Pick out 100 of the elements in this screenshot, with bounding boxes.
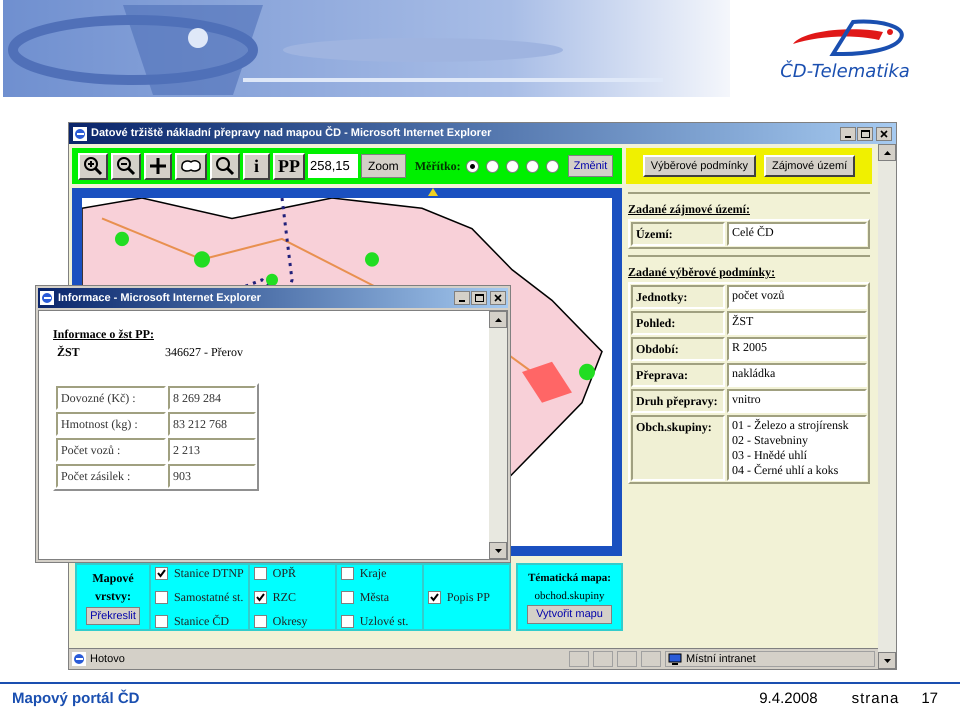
checkbox[interactable] [254,590,267,604]
value-line: nakládka [732,366,776,381]
info-heading: Informace o žst PP: [53,326,155,343]
layers-title: Mapové vrstvy: [91,570,135,605]
maximize-button[interactable] [857,126,873,140]
window-title: Datové tržiště nákladní přepravy nad mapou ČD - Microsoft Internet Explorer [91,125,492,142]
field-label: Přeprava: [631,363,725,387]
browser-icon [73,126,87,140]
side-button[interactable]: Zájmové území [764,155,856,177]
layer-label: Stanice ČD [174,613,229,630]
station-value: 346627 - Přerov [165,344,243,361]
checkbox[interactable] [340,566,354,580]
footer-page-label: strana [852,689,900,709]
field-label: Obch.skupiny: [631,415,725,481]
tool-button[interactable]: PP [273,152,305,180]
browser-icon [72,652,86,666]
scale-radio[interactable] [466,160,479,172]
footer-title: Mapový portál ČD [12,688,141,709]
zoom-in-icon [83,156,103,176]
field-label: Období: [631,337,725,361]
field-label: Pohled: [631,311,725,335]
checkbox[interactable] [155,590,168,604]
info-value: 83 212 768 [168,412,256,436]
tool-button[interactable]: i [243,152,270,180]
browser-icon [40,291,54,305]
info-label: Počet vozů : [56,438,166,462]
status-pane [641,651,661,667]
layer-label: Samostatné st. [174,589,244,606]
zoom-out-icon [116,156,136,176]
scroll-down-icon [884,658,890,662]
info-label: Dovozné (Kč) : [56,386,166,410]
tool-button[interactable] [144,152,172,180]
plus-icon [149,157,167,175]
checkbox[interactable] [155,614,168,628]
logo-text: ČD-Telematika [780,59,910,84]
value-line: 03 - Hnědé uhlí [732,448,808,463]
create-map-button[interactable]: Vytvořit mapu [527,605,612,624]
status-text: Hotovo [90,652,126,667]
footer-date: 9.4.2008 [759,689,818,709]
maximize-button[interactable] [471,291,487,305]
zoom-field[interactable]: 258,15 [308,154,358,178]
layer-label: Uzlové st. [360,613,408,630]
info-value: 8 269 284 [168,386,256,410]
checkbox[interactable] [340,614,354,628]
value-line: 04 - Černé uhlí a koks [732,463,840,478]
section-heading: Zadané výběrové podmínky: [628,264,776,281]
region-icon [180,158,202,174]
status-pane [593,651,613,667]
checkbox[interactable] [155,566,168,580]
scale-radio[interactable] [506,160,519,172]
value-line: 01 - Železo a strojírensk [732,418,850,433]
checkbox[interactable] [428,590,441,604]
thematic-value: obchod.skupiny [534,588,604,604]
scrollbar[interactable] [489,311,507,559]
field-label: Druh přepravy: [631,389,725,413]
close-button[interactable] [876,126,892,140]
scale-label: Měřítko: [414,158,461,175]
info-value: 903 [168,464,256,488]
layer-label: Okresy [272,613,308,630]
status-pane [617,651,637,667]
info-value: 2 213 [168,438,256,462]
value-line: Celé ČD [732,225,775,240]
window-title: Informace - Microsoft Internet Explorer [58,290,262,306]
close-icon [880,130,888,138]
value-line: počet vozů [732,288,786,303]
checkbox[interactable] [340,590,354,604]
checkbox[interactable] [254,566,267,580]
redraw-button[interactable]: Překreslit [86,606,140,626]
tool-button[interactable] [210,152,240,180]
layer-label: RZC [272,589,296,606]
value-line: vnitro [732,392,762,407]
close-button[interactable] [490,291,506,305]
info-label: Hmotnost (kg) : [56,412,166,436]
minimize-button[interactable] [454,291,470,305]
minimize-button[interactable] [840,126,856,140]
intranet-icon [668,653,682,665]
scale-radio[interactable] [486,160,499,172]
layer-label: Města [360,589,390,606]
scroll-up-icon [884,150,890,154]
thematic-title: Tématická mapa: [528,571,611,586]
tool-button[interactable] [175,152,207,180]
layer-label: Stanice DTNP [174,565,244,582]
side-button[interactable]: Výběrové podmínky [642,155,756,177]
field-label: Jednotky: [631,285,725,309]
field-label: Území: [631,222,725,246]
tool-button[interactable] [78,152,108,180]
scale-radio[interactable] [526,160,539,172]
scrollbar[interactable] [878,144,896,669]
tool-button[interactable] [111,152,141,180]
value-line: 02 - Stavebniny [732,433,809,448]
change-button[interactable]: Změnit [568,155,614,177]
pan-up-icon[interactable] [428,188,438,196]
value-line: ŽST [732,314,754,329]
layer-label: Popis PP [446,589,490,606]
checkbox[interactable] [254,614,267,628]
scale-radio[interactable] [546,160,559,172]
value-line: R 2005 [732,340,768,355]
scroll-up-icon [494,318,502,322]
layer-label: OPŘ [272,565,296,582]
zoom-button[interactable]: Zoom [361,154,406,178]
